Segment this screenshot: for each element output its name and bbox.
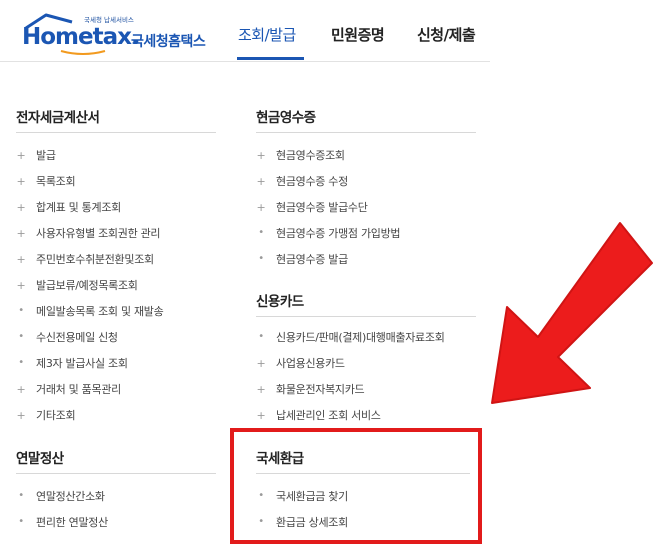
menu-item-user-permission[interactable]: + 사용자유형별 조회권한 관리: [14, 225, 161, 241]
expand-plus-icon: +: [256, 148, 266, 162]
menu-group-divider: [16, 132, 216, 133]
menu-group-title: 신용카드: [256, 294, 304, 310]
bullet-dot-icon: •: [18, 490, 24, 501]
bullet-dot-icon: •: [258, 227, 264, 238]
site-header: 국세청 납세서비스 Hometax. 국세청홈택스 조회/발급 민원증명 신청/…: [0, 0, 658, 62]
active-tab-indicator: [237, 57, 304, 60]
expand-plus-icon: +: [256, 174, 266, 188]
bullet-dot-icon: •: [258, 253, 264, 264]
red-arrow-icon: [491, 222, 653, 404]
expand-plus-icon: +: [256, 408, 266, 422]
header-divider: [0, 61, 490, 62]
expand-plus-icon: +: [16, 252, 26, 266]
menu-group-title: 연말정산: [16, 451, 64, 467]
menu-item-tax-manager-lookup[interactable]: + 납세관리인 조회 서비스: [254, 407, 381, 423]
logo-korean-name: 국세청홈택스: [131, 34, 206, 50]
menu-item-summary-statistics[interactable]: + 합계표 및 통계조회: [14, 199, 122, 215]
menu-group-title: 현금영수증: [256, 110, 316, 126]
menu-item-resident-number-convert[interactable]: + 주민번호수취분전환및조회: [14, 251, 155, 267]
menu-item-cargo-driver-card[interactable]: + 화물운전자복지카드: [254, 381, 365, 397]
menu-item-receive-mail[interactable]: • 수신전용메일 신청: [14, 329, 118, 345]
menu-group-title: 전자세금계산서: [16, 110, 100, 126]
expand-plus-icon: +: [256, 356, 266, 370]
bullet-dot-icon: •: [18, 357, 24, 368]
menu-item-other-lookup[interactable]: + 기타조회: [14, 407, 76, 423]
expand-plus-icon: +: [16, 278, 26, 292]
menu-item-business-card[interactable]: + 사업용신용카드: [254, 355, 346, 371]
menu-item-simplified-service[interactable]: • 연말정산간소화: [14, 488, 105, 504]
menu-item-client-product[interactable]: + 거래처 및 품목관리: [14, 381, 122, 397]
logo-wordmark: Hometax.: [22, 24, 140, 50]
menu-item-mail-resend[interactable]: • 메일발송목록 조회 및 재발송: [14, 303, 164, 319]
tab-apply-submit[interactable]: 신청/제출: [417, 24, 476, 45]
hometax-logo[interactable]: 국세청 납세서비스 Hometax. 국세청홈택스: [14, 8, 214, 55]
expand-plus-icon: +: [16, 200, 26, 214]
expand-plus-icon: +: [16, 382, 26, 396]
bullet-dot-icon: •: [18, 305, 24, 316]
menu-item-pending-scheduled[interactable]: + 발급보류/예정목록조회: [14, 277, 138, 293]
expand-plus-icon: +: [256, 200, 266, 214]
bullet-dot-icon: •: [18, 331, 24, 342]
tab-civil-certificate[interactable]: 민원증명: [331, 24, 385, 45]
menu-item-merchant-join[interactable]: • 현금영수증 가맹점 가입방법: [254, 225, 400, 241]
tab-lookup-issue[interactable]: 조회/발급: [238, 24, 296, 45]
logo-tagline: 국세청 납세서비스: [84, 16, 134, 24]
expand-plus-icon: +: [16, 148, 26, 162]
expand-plus-icon: +: [16, 174, 26, 188]
menu-item-cash-receipt-lookup[interactable]: + 현금영수증조회: [254, 147, 346, 163]
menu-item-cash-receipt-method[interactable]: + 현금영수증 발급수단: [254, 199, 368, 215]
menu-group-divider: [16, 473, 216, 474]
menu-item-list-lookup[interactable]: + 목록조회: [14, 173, 76, 189]
menu-item-cash-receipt-edit[interactable]: + 현금영수증 수정: [254, 173, 349, 189]
menu-group-divider: [256, 132, 476, 133]
menu-item-cash-receipt-issue[interactable]: • 현금영수증 발급: [254, 251, 348, 267]
bullet-dot-icon: •: [18, 516, 24, 527]
highlight-box: [230, 428, 482, 544]
bullet-dot-icon: •: [258, 331, 264, 342]
menu-item-third-party-lookup[interactable]: • 제3자 발급사실 조회: [14, 355, 128, 371]
menu-group-divider: [256, 316, 476, 317]
expand-plus-icon: +: [16, 226, 26, 240]
expand-plus-icon: +: [256, 382, 266, 396]
menu-item-card-sales-lookup[interactable]: • 신용카드/판매(결제)대행매출자료조회: [254, 329, 445, 345]
expand-plus-icon: +: [16, 408, 26, 422]
logo-swoosh-icon: [60, 50, 106, 55]
menu-item-issue[interactable]: + 발급: [14, 147, 56, 163]
menu-item-convenient-settlement[interactable]: • 편리한 연말정산: [14, 514, 108, 530]
